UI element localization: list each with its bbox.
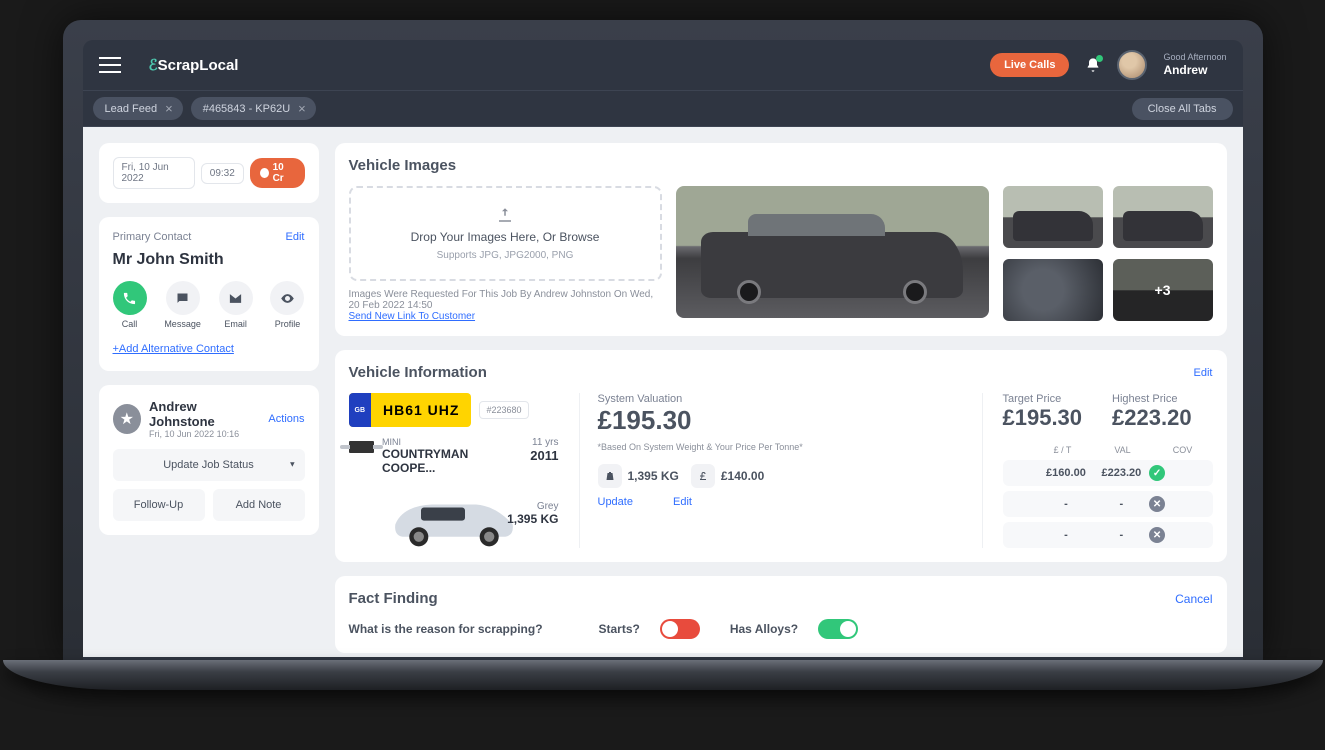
weight-chip: 1,395 KG [598,464,679,488]
star-icon: ★ [113,404,142,434]
edit-vehicle-link[interactable]: Edit [1194,367,1213,379]
vehicle-image-thumb[interactable] [1113,186,1213,248]
time-chip: 09:32 [201,163,244,184]
weight-icon [598,464,622,488]
actions-link[interactable]: Actions [268,413,304,425]
ppt-chip: £140.00 [691,464,764,488]
tab-lead-feed[interactable]: Lead Feed× [93,97,183,120]
vehicle-image-more[interactable]: +3 [1113,259,1213,321]
make-logo-icon [349,441,375,453]
cancel-link[interactable]: Cancel [1175,592,1212,606]
message-button[interactable]: Message [164,281,201,329]
email-icon [219,281,253,315]
table-row: -- ✕ [1003,491,1213,517]
x-icon: ✕ [1149,496,1165,512]
add-note-button[interactable]: Add Note [213,489,305,521]
eye-icon [270,281,304,315]
primary-contact-card: Primary Contact Edit Mr John Smith Call … [99,217,319,371]
upload-icon [496,206,514,224]
table-row: £160.00 £223.20 ✓ [1003,460,1213,486]
fact-finding-card: Fact Finding Cancel What is the reason f… [335,576,1227,653]
vehicle-image-thumb[interactable] [1003,186,1103,248]
close-all-tabs-button[interactable]: Close All Tabs [1132,98,1233,120]
vehicle-ref: #223680 [479,401,528,419]
job-status-card: ★ Andrew Johnstone Fri, 10 Jun 2022 10:1… [99,385,319,535]
date-chip: Fri, 10 Jun 2022 [113,157,195,189]
pound-icon [691,464,715,488]
target-price: £195.30 [1003,405,1083,431]
edit-ppt-link[interactable]: Edit [673,496,692,508]
top-header: ℰScrapLocal Live Calls Good Afternoon An… [83,40,1243,90]
fact-question-reason: What is the reason for scrapping? [349,622,569,636]
follow-up-button[interactable]: Follow-Up [113,489,205,521]
contact-name: Mr John Smith [113,251,305,269]
add-alternative-contact-link[interactable]: +Add Alternative Contact [113,343,234,355]
system-valuation: £195.30 [598,405,964,436]
vehicle-images-card: Vehicle Images Drop Your Images Here, Or… [335,143,1227,336]
vehicle-image-thumb[interactable] [1003,259,1103,321]
tab-job[interactable]: #465843 - KP62U× [191,97,316,120]
edit-contact-link[interactable]: Edit [286,231,305,243]
update-valuation-link[interactable]: Update [598,496,633,508]
avatar[interactable] [1117,50,1147,80]
table-row: -- ✕ [1003,522,1213,548]
image-dropzone[interactable]: Drop Your Images Here, Or Browse Support… [349,186,662,281]
profile-button[interactable]: Profile [270,281,304,329]
image-request-note: Images Were Requested For This Job By An… [349,289,662,311]
license-plate: GB HB61 UHZ [349,393,472,427]
vehicle-image-main[interactable] [676,186,989,318]
hamburger-menu-icon[interactable] [99,57,121,73]
highest-price: £223.20 [1112,405,1192,431]
email-button[interactable]: Email [219,281,253,329]
close-icon[interactable]: × [165,101,173,116]
x-icon: ✕ [1149,527,1165,543]
alloys-toggle[interactable] [818,619,858,639]
update-job-status-select[interactable]: Update Job Status [113,449,305,481]
starts-toggle[interactable] [660,619,700,639]
check-icon: ✓ [1149,465,1165,481]
live-calls-button[interactable]: Live Calls [990,53,1069,77]
phone-icon [113,281,147,315]
vehicle-information-card: Vehicle Information Edit GB HB61 UHZ #22… [335,350,1227,562]
close-icon[interactable]: × [298,101,306,116]
user-block: Good Afternoon Andrew [1163,52,1226,77]
credit-badge: 10 Cr [250,158,305,188]
send-link-to-customer[interactable]: Send New Link To Customer [349,311,662,322]
message-icon [166,281,200,315]
section-title: Vehicle Images [349,157,457,174]
app-logo: ℰScrapLocal [135,56,239,74]
bell-icon[interactable] [1085,57,1101,73]
call-button[interactable]: Call [113,281,147,329]
